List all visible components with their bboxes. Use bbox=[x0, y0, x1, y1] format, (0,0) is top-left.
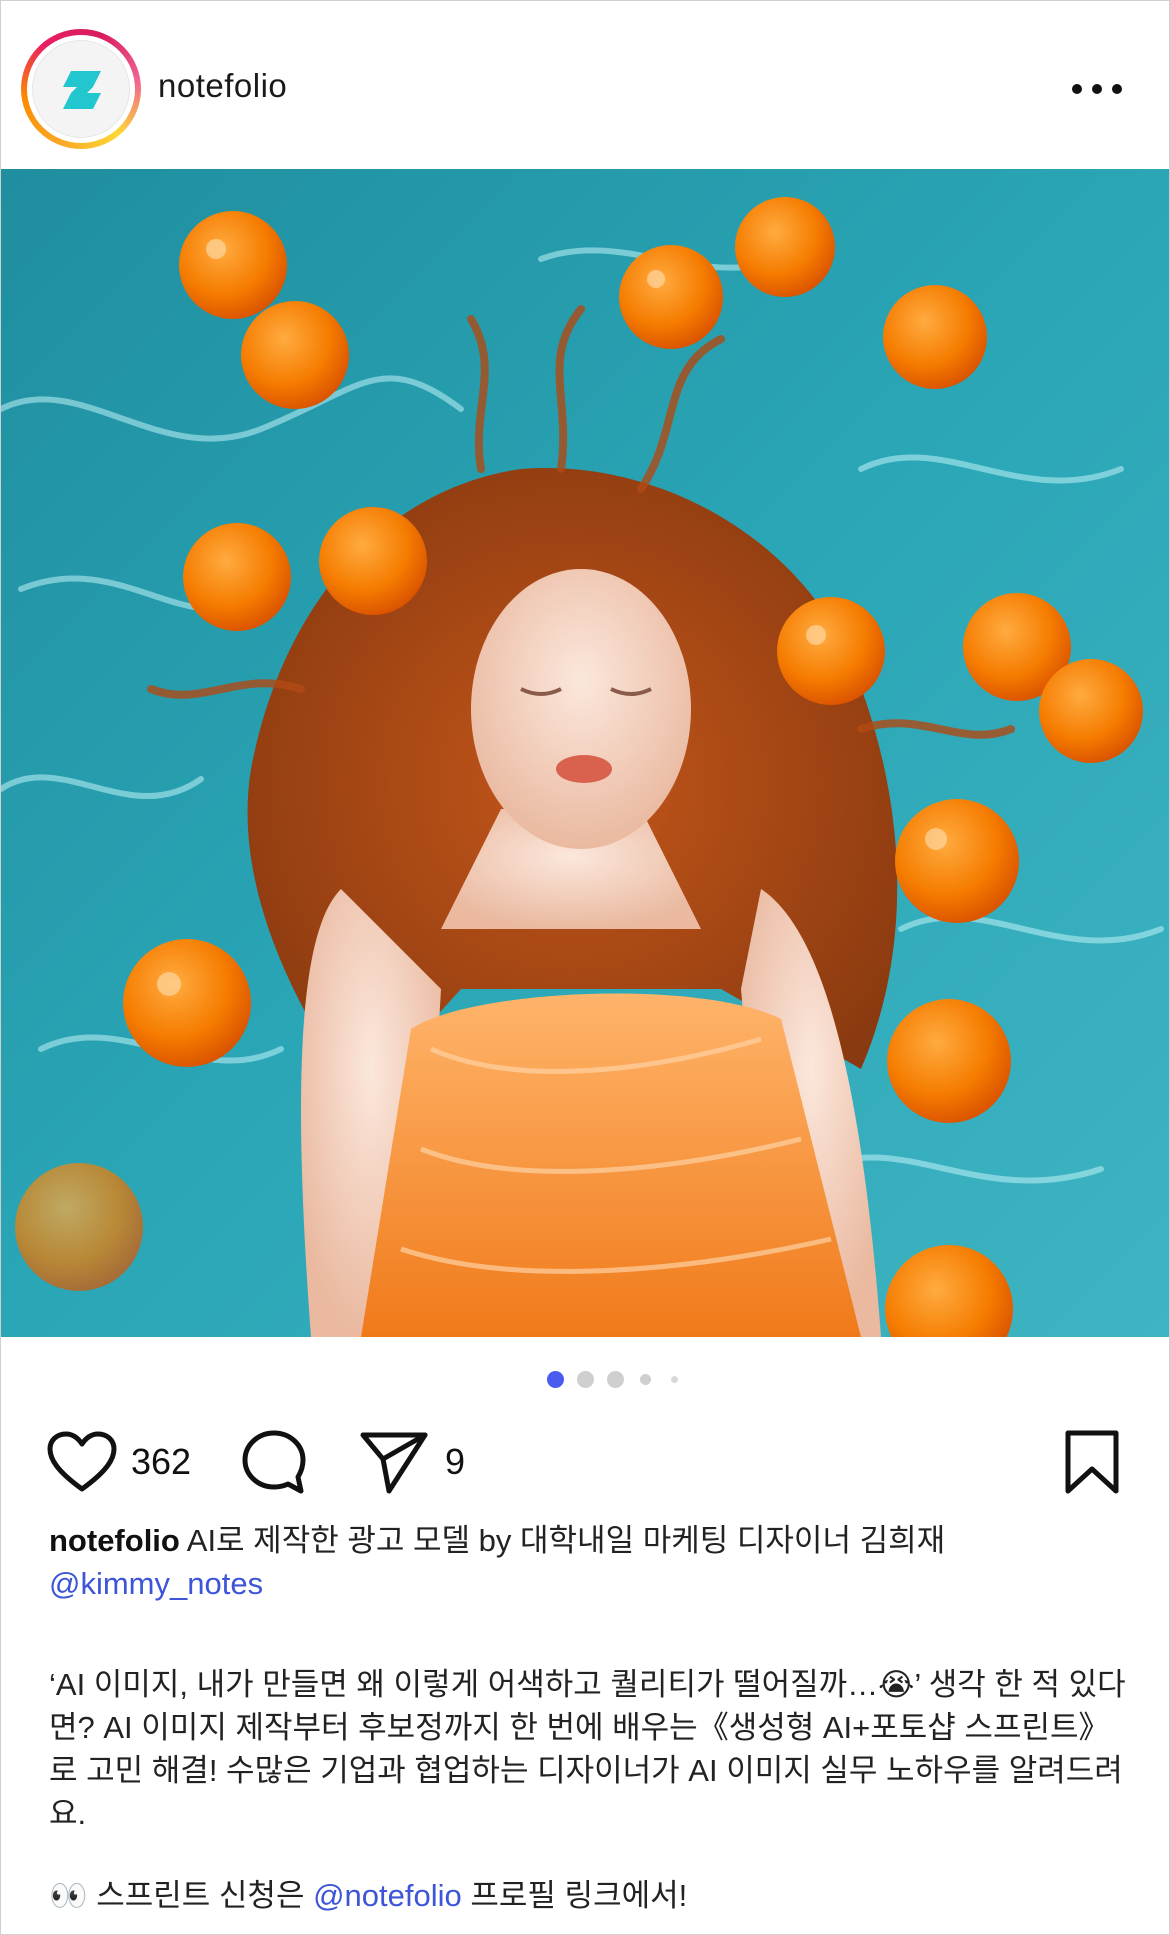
more-horizontal-icon[interactable] bbox=[1067, 69, 1127, 109]
post-card: notefolio 362 9 notefolio AI로 제작한 광고 모델 … bbox=[0, 0, 1170, 1935]
like-count[interactable]: 362 bbox=[131, 1441, 191, 1483]
mention-link[interactable]: @kimmy_notes bbox=[49, 1566, 263, 1601]
notefolio-logo-icon bbox=[63, 71, 101, 109]
caption-author-line: @kimmy_notes bbox=[49, 1562, 1129, 1605]
post-caption: notefolio AI로 제작한 광고 모델 by 대학내일 마케팅 디자이너… bbox=[49, 1519, 1129, 1917]
post-header: notefolio bbox=[1, 1, 1169, 169]
avatar[interactable] bbox=[21, 29, 141, 149]
caption-title-line: notefolio AI로 제작한 광고 모델 by 대학내일 마케팅 디자이너… bbox=[49, 1519, 1129, 1562]
carousel-dot bbox=[607, 1371, 624, 1388]
caption-username[interactable]: notefolio bbox=[49, 1523, 180, 1558]
action-bar: 362 9 bbox=[1, 1421, 1169, 1501]
cta-suffix: 프로필 링크에서! bbox=[461, 1878, 688, 1913]
caption-title: AI로 제작한 광고 모델 by 대학내일 마케팅 디자이너 김희재 bbox=[179, 1523, 946, 1558]
bookmark-icon[interactable] bbox=[1063, 1429, 1121, 1495]
send-icon[interactable] bbox=[359, 1429, 429, 1495]
caption-cta: 👀 스프린트 신청은 @notefolio 프로필 링크에서! bbox=[49, 1874, 1129, 1917]
carousel-dot bbox=[671, 1376, 678, 1383]
carousel-indicator bbox=[1, 1369, 1169, 1389]
cta-mention-link[interactable]: @notefolio bbox=[313, 1878, 462, 1913]
post-photo[interactable] bbox=[1, 169, 1169, 1337]
comment-icon[interactable] bbox=[241, 1429, 307, 1495]
carousel-dot-active bbox=[547, 1371, 564, 1388]
header-username[interactable]: notefolio bbox=[158, 67, 287, 105]
carousel-dot bbox=[640, 1374, 651, 1385]
cta-prefix: 👀 스프린트 신청은 bbox=[49, 1878, 314, 1913]
share-count: 9 bbox=[445, 1441, 466, 1482]
carousel-dot bbox=[577, 1371, 594, 1388]
heart-icon[interactable] bbox=[47, 1431, 117, 1493]
caption-body: ‘AI 이미지, 내가 만들면 왜 이렇게 어색하고 퀄리티가 떨어질까…😭’ … bbox=[49, 1667, 1126, 1831]
